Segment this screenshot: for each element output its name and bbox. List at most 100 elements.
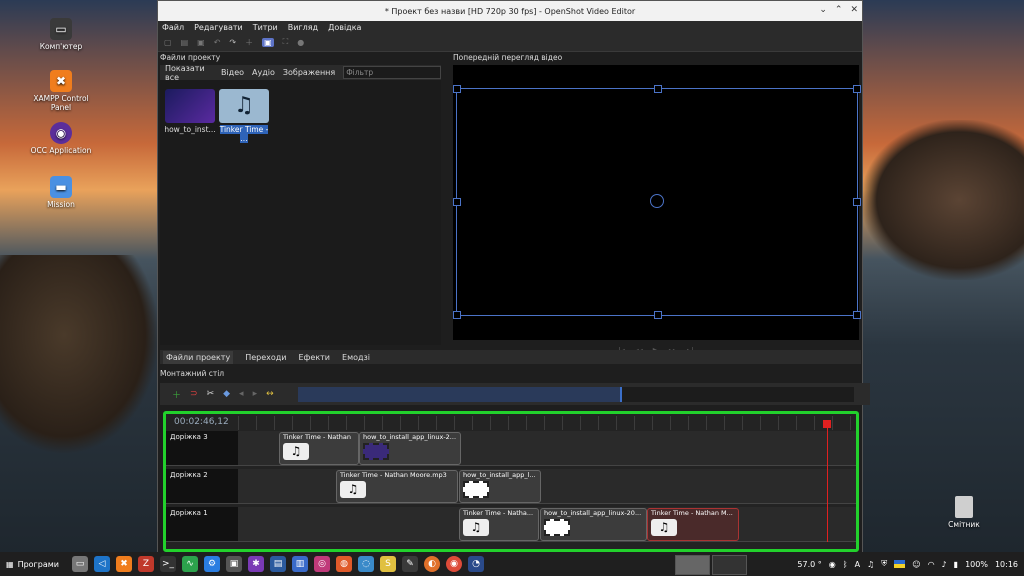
editor-icon[interactable]: ✎	[402, 556, 418, 572]
workspace-2[interactable]	[712, 555, 747, 575]
battery-icon[interactable]: ▮	[954, 560, 958, 569]
track-1[interactable]: Доріжка 1 Tinker Time - Natha... ♫ how_t…	[166, 507, 856, 542]
notifications-icon[interactable]: ☺	[912, 560, 920, 569]
tray-app-icon[interactable]: ◉	[829, 560, 836, 569]
crosshair-icon[interactable]	[650, 194, 664, 208]
settings-icon[interactable]: ⚙	[204, 556, 220, 572]
file-item-video[interactable]: how_to_inst...	[164, 89, 216, 134]
clip-audio[interactable]: Tinker Time - Nathan ♫	[279, 432, 359, 465]
window-titlebar[interactable]: * Проект без назви [HD 720p 30 fps] - Op…	[158, 1, 862, 21]
terminal-icon[interactable]: >_	[160, 556, 176, 572]
add-track-icon[interactable]: ＋	[172, 388, 181, 401]
resize-handle[interactable]	[654, 311, 662, 319]
menu-view[interactable]: Вигляд	[288, 23, 318, 32]
overview-window[interactable]	[298, 387, 622, 402]
office-icon[interactable]: ▥	[292, 556, 308, 572]
next-marker-icon[interactable]: ▸	[253, 389, 258, 399]
clip-audio[interactable]: Tinker Time - Natha... ♫	[459, 508, 539, 541]
music-icon[interactable]: ♫	[867, 560, 874, 569]
start-menu-button[interactable]: ▦ Програми	[0, 560, 66, 569]
files-tab-images[interactable]: Зображення	[283, 68, 335, 77]
resize-handle[interactable]	[453, 85, 461, 93]
file-manager-icon[interactable]: ▭	[72, 556, 88, 572]
clip-audio-selected[interactable]: Tinker Time - Nathan M... ♫	[647, 508, 739, 541]
ukraine-flag-icon[interactable]	[894, 560, 906, 568]
resize-handle[interactable]	[453, 198, 461, 206]
snapping-icon[interactable]: ⊃	[190, 389, 198, 399]
resize-handle[interactable]	[654, 85, 662, 93]
files-tab-audio[interactable]: Аудіо	[252, 68, 275, 77]
redo-icon[interactable]: ↷	[229, 38, 236, 47]
desktop-icon-computer[interactable]: ▭ Комп'ютер	[26, 18, 96, 51]
filter-input[interactable]: Фільтр	[343, 66, 441, 79]
menu-edit[interactable]: Редагувати	[194, 23, 243, 32]
undo-icon[interactable]: ↶	[214, 38, 221, 47]
bluetooth-icon[interactable]: ᛒ	[843, 560, 848, 569]
resize-handle[interactable]	[453, 311, 461, 319]
fullscreen-icon[interactable]: ⛶	[283, 37, 289, 47]
openshot-icon[interactable]: ◔	[468, 556, 484, 572]
text-editor-icon[interactable]: ▤	[270, 556, 286, 572]
firefox-icon[interactable]: ◐	[424, 556, 440, 572]
playhead[interactable]	[827, 420, 828, 542]
new-project-icon[interactable]: ▢	[164, 38, 172, 47]
preview-frame[interactable]	[453, 85, 861, 319]
chrome-icon[interactable]: ◉	[446, 556, 462, 572]
system-monitor-icon[interactable]: ∿	[182, 556, 198, 572]
tab-transitions[interactable]: Переходи	[245, 353, 286, 362]
clip-video[interactable]: how_to_install_app_l...	[459, 470, 541, 503]
desktop-icon-app[interactable]: ◉ OCC Application	[26, 122, 96, 155]
python-icon[interactable]: S	[380, 556, 396, 572]
file-item-audio[interactable]: ♫ Tinker Time - ...	[218, 89, 270, 143]
import-files-icon[interactable]: ＋	[245, 37, 253, 48]
tab-effects[interactable]: Ефекти	[299, 353, 331, 362]
clip-video[interactable]: how_to_install_app_linux-20...	[540, 508, 647, 541]
shield-icon[interactable]: ⛨	[881, 559, 887, 569]
xampp-icon[interactable]: ✖	[116, 556, 132, 572]
resize-handle[interactable]	[853, 85, 861, 93]
clip-video[interactable]: how_to_install_app_linux-2...	[359, 432, 461, 465]
center-timeline-icon[interactable]: ↔	[266, 389, 274, 399]
browser-icon[interactable]: ◍	[336, 556, 352, 572]
video-thumbnail	[363, 443, 389, 460]
menu-titles[interactable]: Титри	[253, 23, 278, 32]
resize-handle[interactable]	[853, 198, 861, 206]
save-project-icon[interactable]: ▣	[197, 38, 205, 47]
software-icon[interactable]: ▣	[226, 556, 242, 572]
maximize-icon[interactable]: ⌃	[835, 5, 843, 15]
track-3[interactable]: Доріжка 3 Tinker Time - Nathan ♫ how_to_…	[166, 431, 856, 466]
messenger-icon[interactable]: ◌	[358, 556, 374, 572]
clip-audio[interactable]: Tinker Time - Nathan Moore.mp3 ♫	[336, 470, 458, 503]
timeline-overview[interactable]	[298, 387, 854, 402]
menu-file[interactable]: Файл	[162, 23, 184, 32]
razor-icon[interactable]: ✂	[207, 389, 215, 399]
filezilla-icon[interactable]: Z	[138, 556, 154, 572]
desktop-icon-xampp[interactable]: ✖ XAMPP Control Panel	[26, 70, 96, 112]
keyboard-layout-icon[interactable]: A	[855, 560, 860, 569]
desktop-icon-trash[interactable]: Смітник	[944, 496, 984, 529]
export-icon[interactable]: ●	[297, 38, 304, 47]
resize-handle[interactable]	[853, 311, 861, 319]
workspace-switcher	[675, 555, 747, 575]
open-project-icon[interactable]: ▤	[181, 38, 189, 47]
workspace-1[interactable]	[675, 555, 710, 575]
files-tab-video[interactable]: Відео	[221, 68, 244, 77]
clock[interactable]: 10:16	[995, 560, 1018, 569]
track-2[interactable]: Доріжка 2 Tinker Time - Nathan Moore.mp3…	[166, 469, 856, 504]
tab-emoji[interactable]: Емодзі	[342, 353, 370, 362]
profile-icon[interactable]: ▣	[262, 37, 274, 47]
volume-icon[interactable]: ♪	[942, 560, 947, 569]
music-player-icon[interactable]: ◎	[314, 556, 330, 572]
files-tab-all[interactable]: Показати все	[165, 64, 213, 82]
minimize-icon[interactable]: ⌄	[819, 5, 827, 15]
tab-project-files[interactable]: Файли проекту	[163, 350, 234, 364]
timeline-ruler[interactable]	[238, 416, 855, 430]
menu-help[interactable]: Довідка	[328, 23, 361, 32]
add-marker-icon[interactable]: ◆	[223, 389, 230, 399]
close-icon[interactable]: ✕	[850, 5, 858, 15]
previous-marker-icon[interactable]: ◂	[239, 389, 244, 399]
app-icon[interactable]: ✱	[248, 556, 264, 572]
network-icon[interactable]: ◠	[928, 560, 935, 569]
vscode-icon[interactable]: ◁	[94, 556, 110, 572]
desktop-icon-folder[interactable]: ▬ Mission	[26, 176, 96, 209]
